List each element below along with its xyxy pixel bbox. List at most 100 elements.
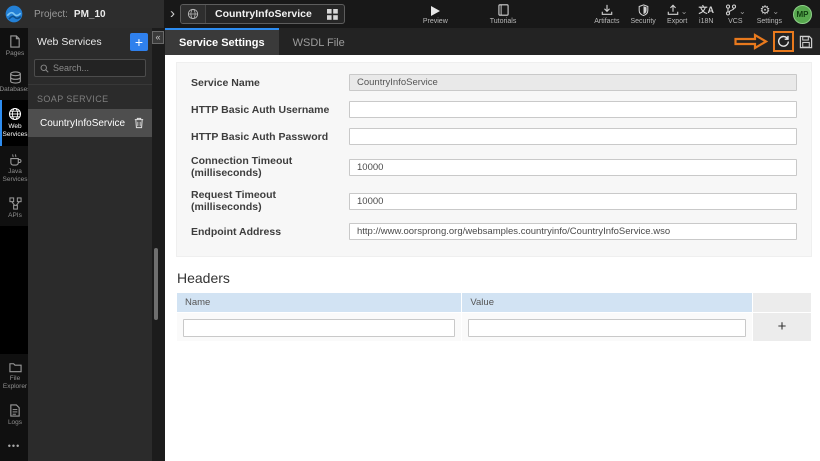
globe-icon [181, 5, 206, 23]
preview-label: Preview [422, 17, 448, 25]
upload-icon [667, 3, 679, 15]
field-label-username: HTTP Basic Auth Username [191, 103, 330, 116]
field-label-connection-timeout: Connection Timeout (milliseconds) [191, 155, 293, 179]
service-breadcrumb-chip[interactable]: CountryInfoService [180, 4, 345, 24]
tutorials-label: Tutorials [489, 17, 517, 25]
shield-icon [638, 3, 649, 16]
headers-table-row: + [177, 313, 811, 341]
save-icon [799, 35, 813, 48]
refresh-service-button[interactable] [777, 35, 790, 48]
panel-gutter: « [152, 28, 165, 461]
sidebar-item-pages[interactable]: Pages [0, 28, 28, 64]
artifacts-label: Artifacts [594, 17, 620, 25]
grid-icon[interactable] [321, 8, 344, 20]
field-label-service-name: Service Name [191, 76, 260, 89]
collapse-panel-button[interactable]: « [152, 31, 164, 44]
more-options-button[interactable]: ••• [0, 433, 28, 461]
http-basic-auth-username-input[interactable] [349, 101, 797, 118]
http-basic-auth-password-input[interactable] [349, 128, 797, 145]
sidebar-item-java-services[interactable]: Java Services [0, 146, 28, 190]
column-header-name: Name [177, 293, 462, 312]
annotation-arrow [734, 33, 768, 50]
settings-label: Settings [756, 17, 782, 25]
search-icon [40, 64, 49, 73]
search-input[interactable] [53, 63, 140, 73]
connection-timeout-input[interactable] [349, 158, 797, 176]
panel-title: Web Services [37, 36, 102, 48]
tab-bar: Service Settings WSDL File [165, 28, 820, 55]
logs-icon [10, 404, 20, 417]
top-bar-center: Preview Tutorials [423, 3, 517, 25]
vcs-button[interactable]: ⌄ VCS [725, 4, 746, 25]
database-icon [9, 71, 21, 84]
download-icon [601, 4, 613, 16]
sidebar-item-file-explorer[interactable]: File Explorer [0, 354, 28, 397]
service-item-label: CountryInfoService [40, 117, 126, 129]
export-label: Export [667, 17, 688, 25]
settings-button[interactable]: ⚙ ⌄ Settings [757, 4, 782, 25]
add-header-button[interactable]: + [753, 313, 811, 341]
top-bar-right: Artifacts Security ⌄ Export 文A i18N ⌄ VC… [594, 4, 820, 25]
project-label: Project: [34, 8, 68, 20]
column-header-value: Value [462, 293, 752, 312]
header-value-input[interactable] [468, 318, 746, 337]
top-bar: Project: PM_10 › CountryInfoService Prev… [0, 0, 820, 28]
service-name-input [349, 74, 797, 91]
sidebar-item-apis[interactable]: APIs [0, 190, 28, 226]
request-timeout-input[interactable] [349, 192, 797, 210]
export-button[interactable]: ⌄ Export [667, 3, 688, 25]
add-service-button[interactable]: + [130, 33, 148, 51]
tutorials-icon [497, 3, 509, 16]
endpoint-address-input[interactable] [349, 223, 797, 240]
delete-service-button[interactable] [134, 117, 144, 129]
sidebar-item-web-services[interactable]: Web Services [0, 100, 28, 146]
left-nav-rail: Pages Databases Web Services Java Servic… [0, 28, 31, 461]
play-icon [430, 4, 440, 16]
header-name-input[interactable] [183, 318, 456, 337]
i18n-button[interactable]: 文A i18N [699, 4, 715, 25]
refresh-icon [778, 35, 790, 47]
column-header-actions [753, 293, 811, 312]
project-name: PM_10 [73, 8, 106, 20]
rail-spacer [0, 225, 28, 354]
annotation-highlight-box [773, 31, 794, 52]
sidebar-item-logs[interactable]: Logs [0, 397, 28, 433]
artifacts-button[interactable]: Artifacts [594, 4, 620, 25]
i18n-label: i18N [699, 17, 714, 25]
tab-service-settings[interactable]: Service Settings [165, 28, 279, 55]
preview-button[interactable]: Preview [423, 4, 448, 25]
user-avatar[interactable]: MP [793, 4, 812, 24]
service-settings-content: Service Name HTTP Basic Auth Username HT… [165, 55, 820, 461]
tab-wsdl-file[interactable]: WSDL File [279, 28, 359, 55]
coffee-cup-icon [9, 153, 21, 166]
wavemaker-logo-icon [5, 5, 23, 23]
apis-icon [8, 197, 22, 210]
headers-table: Name Value + [176, 292, 812, 342]
soap-service-section-label: SOAP SERVICE [28, 84, 152, 109]
trash-icon [134, 117, 144, 129]
security-label: Security [630, 17, 656, 25]
service-settings-form: Service Name HTTP Basic Auth Username HT… [176, 62, 812, 257]
security-button[interactable]: Security [630, 3, 656, 25]
save-button[interactable] [799, 35, 813, 49]
headers-section-title: Headers [177, 270, 230, 286]
breadcrumb-chevron-icon: › [170, 4, 175, 22]
chevron-down-icon: ⌄ [680, 6, 688, 16]
headers-table-header-row: Name Value [177, 293, 811, 312]
field-label-endpoint-address: Endpoint Address [191, 225, 282, 238]
folder-icon [8, 362, 22, 372]
field-label-request-timeout: Request Timeout (milliseconds) [191, 189, 276, 213]
web-services-icon [8, 108, 22, 121]
chevron-down-icon: ⌄ [739, 6, 746, 16]
service-list-item[interactable]: CountryInfoService [28, 109, 152, 137]
tutorials-button[interactable]: Tutorials [489, 3, 517, 25]
main-area: Service Settings WSDL File Service Name … [165, 28, 820, 461]
scrollbar-thumb[interactable] [154, 248, 158, 320]
top-bar-left: Project: PM_10 [0, 0, 164, 28]
chevron-down-icon: ⌄ [772, 6, 780, 16]
service-search[interactable] [34, 59, 146, 77]
app-logo[interactable] [0, 0, 28, 28]
sidebar-item-databases[interactable]: Databases [0, 64, 31, 100]
gear-icon: ⚙ [759, 2, 771, 17]
git-branch-icon [725, 4, 737, 15]
